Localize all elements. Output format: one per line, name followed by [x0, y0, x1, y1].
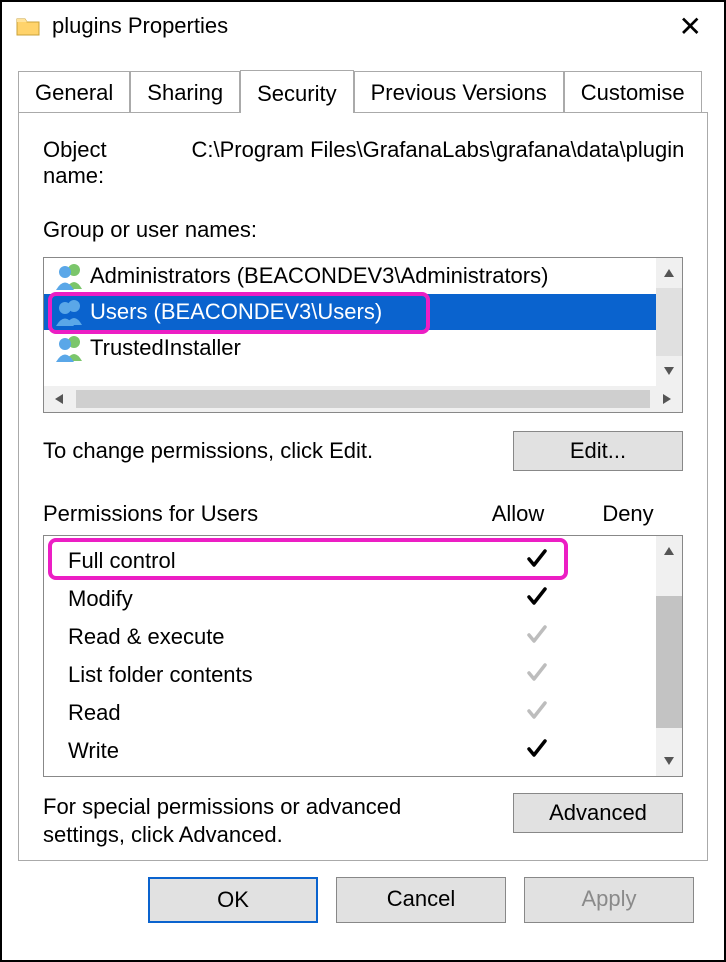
permissions-header: Permissions for Users Allow Deny: [43, 501, 683, 527]
permission-allow: [482, 622, 592, 652]
group-user-list[interactable]: Administrators (BEACONDEV3\Administrator…: [43, 257, 683, 413]
advanced-row: For special permissions or advanced sett…: [43, 793, 683, 848]
people-icon: [54, 334, 84, 362]
scroll-down-icon[interactable]: [656, 356, 682, 386]
titlebar-left: plugins Properties: [16, 13, 228, 39]
perm-scroll-down-icon[interactable]: [656, 746, 682, 776]
check-icon: [525, 660, 549, 690]
check-icon: [525, 584, 549, 614]
scroll-track[interactable]: [656, 288, 682, 356]
permission-name: Read: [44, 700, 482, 726]
permission-row: Read & execute: [44, 618, 682, 656]
user-label: Users (BEACONDEV3\Users): [90, 299, 382, 325]
titlebar: plugins Properties ✕: [2, 2, 724, 50]
folder-icon: [16, 16, 40, 36]
permission-name: List folder contents: [44, 662, 482, 688]
permission-allow: [482, 736, 592, 766]
people-icon: [54, 262, 84, 290]
advanced-hint: For special permissions or advanced sett…: [43, 793, 473, 848]
user-row[interactable]: TrustedInstaller: [44, 330, 682, 366]
user-label: Administrators (BEACONDEV3\Administrator…: [90, 263, 548, 289]
permissions-header-name: Permissions for Users: [43, 501, 463, 527]
permission-allow: [482, 546, 592, 576]
permission-allow: [482, 660, 592, 690]
tab-bar: GeneralSharingSecurityPrevious VersionsC…: [2, 70, 724, 112]
apply-button[interactable]: Apply: [524, 877, 694, 923]
permissions-header-deny: Deny: [573, 501, 683, 527]
check-icon: [525, 546, 549, 576]
perm-scroll-thumb[interactable]: [656, 596, 682, 728]
vertical-scrollbar[interactable]: [656, 258, 682, 386]
group-user-label: Group or user names:: [43, 217, 683, 243]
user-label: TrustedInstaller: [90, 335, 241, 361]
window-title: plugins Properties: [52, 13, 228, 39]
permission-row: Full control: [44, 542, 682, 580]
user-row[interactable]: Administrators (BEACONDEV3\Administrator…: [44, 258, 682, 294]
object-name-row: Object name: C:\Program Files\GrafanaLab…: [43, 137, 683, 189]
permission-name: Full control: [44, 548, 482, 574]
permission-allow: [482, 584, 592, 614]
permission-row: Modify: [44, 580, 682, 618]
close-button[interactable]: ✕: [671, 10, 710, 43]
check-icon: [525, 622, 549, 652]
edit-hint: To change permissions, click Edit.: [43, 438, 373, 464]
dialog-buttons: OK Cancel Apply: [2, 877, 724, 947]
perm-scroll-up-icon[interactable]: [656, 536, 682, 566]
permission-name: Write: [44, 738, 482, 764]
tab-previous-versions[interactable]: Previous Versions: [354, 71, 564, 112]
edit-row: To change permissions, click Edit. Edit.…: [43, 431, 683, 471]
scroll-up-icon[interactable]: [656, 258, 682, 288]
user-row[interactable]: Users (BEACONDEV3\Users): [44, 294, 682, 330]
permission-row: Read: [44, 694, 682, 732]
group-user-list-inner: Administrators (BEACONDEV3\Administrator…: [44, 258, 682, 386]
object-name-label: Object name:: [43, 137, 173, 189]
check-icon: [525, 698, 549, 728]
tab-general[interactable]: General: [18, 71, 130, 112]
horizontal-scrollbar[interactable]: [44, 386, 682, 412]
tab-sharing[interactable]: Sharing: [130, 71, 240, 112]
scroll-left-icon[interactable]: [44, 386, 74, 412]
cancel-button[interactable]: Cancel: [336, 877, 506, 923]
scroll-right-icon[interactable]: [652, 386, 682, 412]
hscroll-track[interactable]: [76, 390, 650, 408]
edit-button[interactable]: Edit...: [513, 431, 683, 471]
permission-row: Write: [44, 732, 682, 770]
permission-allow: [482, 698, 592, 728]
advanced-button[interactable]: Advanced: [513, 793, 683, 833]
ok-button[interactable]: OK: [148, 877, 318, 923]
perm-vertical-scrollbar[interactable]: [656, 536, 682, 776]
people-icon: [54, 298, 84, 326]
permissions-list: Full control Modify Read & execute List …: [43, 535, 683, 777]
permission-name: Modify: [44, 586, 482, 612]
permission-row: List folder contents: [44, 656, 682, 694]
permissions-header-allow: Allow: [463, 501, 573, 527]
permission-name: Read & execute: [44, 624, 482, 650]
tab-security[interactable]: Security: [240, 70, 353, 113]
check-icon: [525, 736, 549, 766]
security-panel: Object name: C:\Program Files\GrafanaLab…: [18, 112, 708, 861]
object-name-value: C:\Program Files\GrafanaLabs\grafana\dat…: [191, 137, 683, 189]
tab-customise[interactable]: Customise: [564, 71, 702, 112]
